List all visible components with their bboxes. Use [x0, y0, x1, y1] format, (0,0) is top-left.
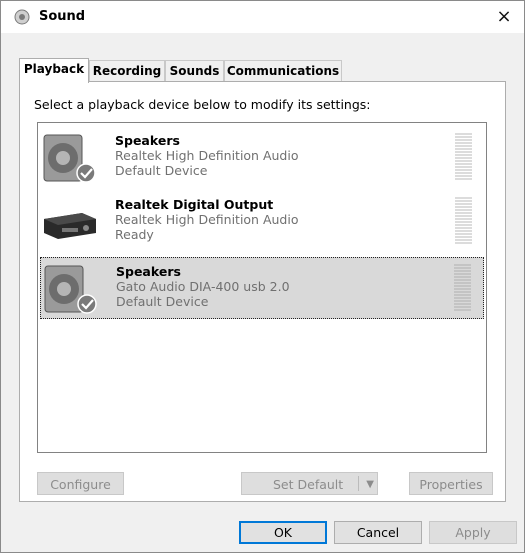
device-item-selected[interactable]: Speakers Gato Audio DIA-400 usb 2.0 Defa…	[40, 257, 484, 319]
apply-button[interactable]: Apply	[429, 521, 517, 544]
properties-button[interactable]: Properties	[409, 472, 493, 495]
playback-panel: Select a playback device below to modify…	[19, 81, 506, 502]
split-divider	[358, 476, 359, 491]
speaker-icon	[43, 134, 96, 183]
window-title: Sound	[39, 9, 86, 24]
device-list[interactable]: Speakers Realtek High Definition Audio D…	[37, 122, 487, 453]
configure-button[interactable]: Configure	[37, 472, 124, 495]
device-name: Realtek Digital Output	[115, 197, 274, 212]
ok-button[interactable]: OK	[239, 521, 327, 544]
tab-recording[interactable]: Recording	[89, 60, 165, 81]
tab-sounds[interactable]: Sounds	[165, 60, 224, 81]
instruction-text: Select a playback device below to modify…	[34, 97, 371, 112]
receiver-icon	[44, 213, 96, 239]
device-description: Gato Audio DIA-400 usb 2.0 Default Devic…	[116, 279, 290, 309]
speaker-icon	[44, 265, 97, 314]
sound-icon	[14, 9, 30, 25]
tab-playback[interactable]: Playback	[19, 58, 89, 83]
title-bar[interactable]: Sound ×	[1, 1, 524, 33]
set-default-button[interactable]: Set Default ▼	[241, 472, 378, 495]
device-name: Speakers	[115, 133, 180, 148]
sound-dialog: Sound × Playback Recording Sounds Commun…	[0, 0, 525, 553]
level-meter	[455, 197, 472, 245]
cancel-button[interactable]: Cancel	[334, 521, 422, 544]
device-description: Realtek High Definition Audio Default De…	[115, 148, 299, 178]
chevron-down-icon[interactable]: ▼	[366, 473, 374, 496]
tab-communications[interactable]: Communications	[224, 60, 342, 81]
device-item[interactable]: Realtek Digital Output Realtek High Defi…	[40, 191, 484, 253]
level-meter	[454, 264, 471, 312]
device-item[interactable]: Speakers Realtek High Definition Audio D…	[40, 127, 484, 189]
close-button[interactable]: ×	[484, 1, 524, 33]
device-description: Realtek High Definition Audio Ready	[115, 212, 299, 242]
level-meter	[455, 133, 472, 181]
device-name: Speakers	[116, 264, 181, 279]
